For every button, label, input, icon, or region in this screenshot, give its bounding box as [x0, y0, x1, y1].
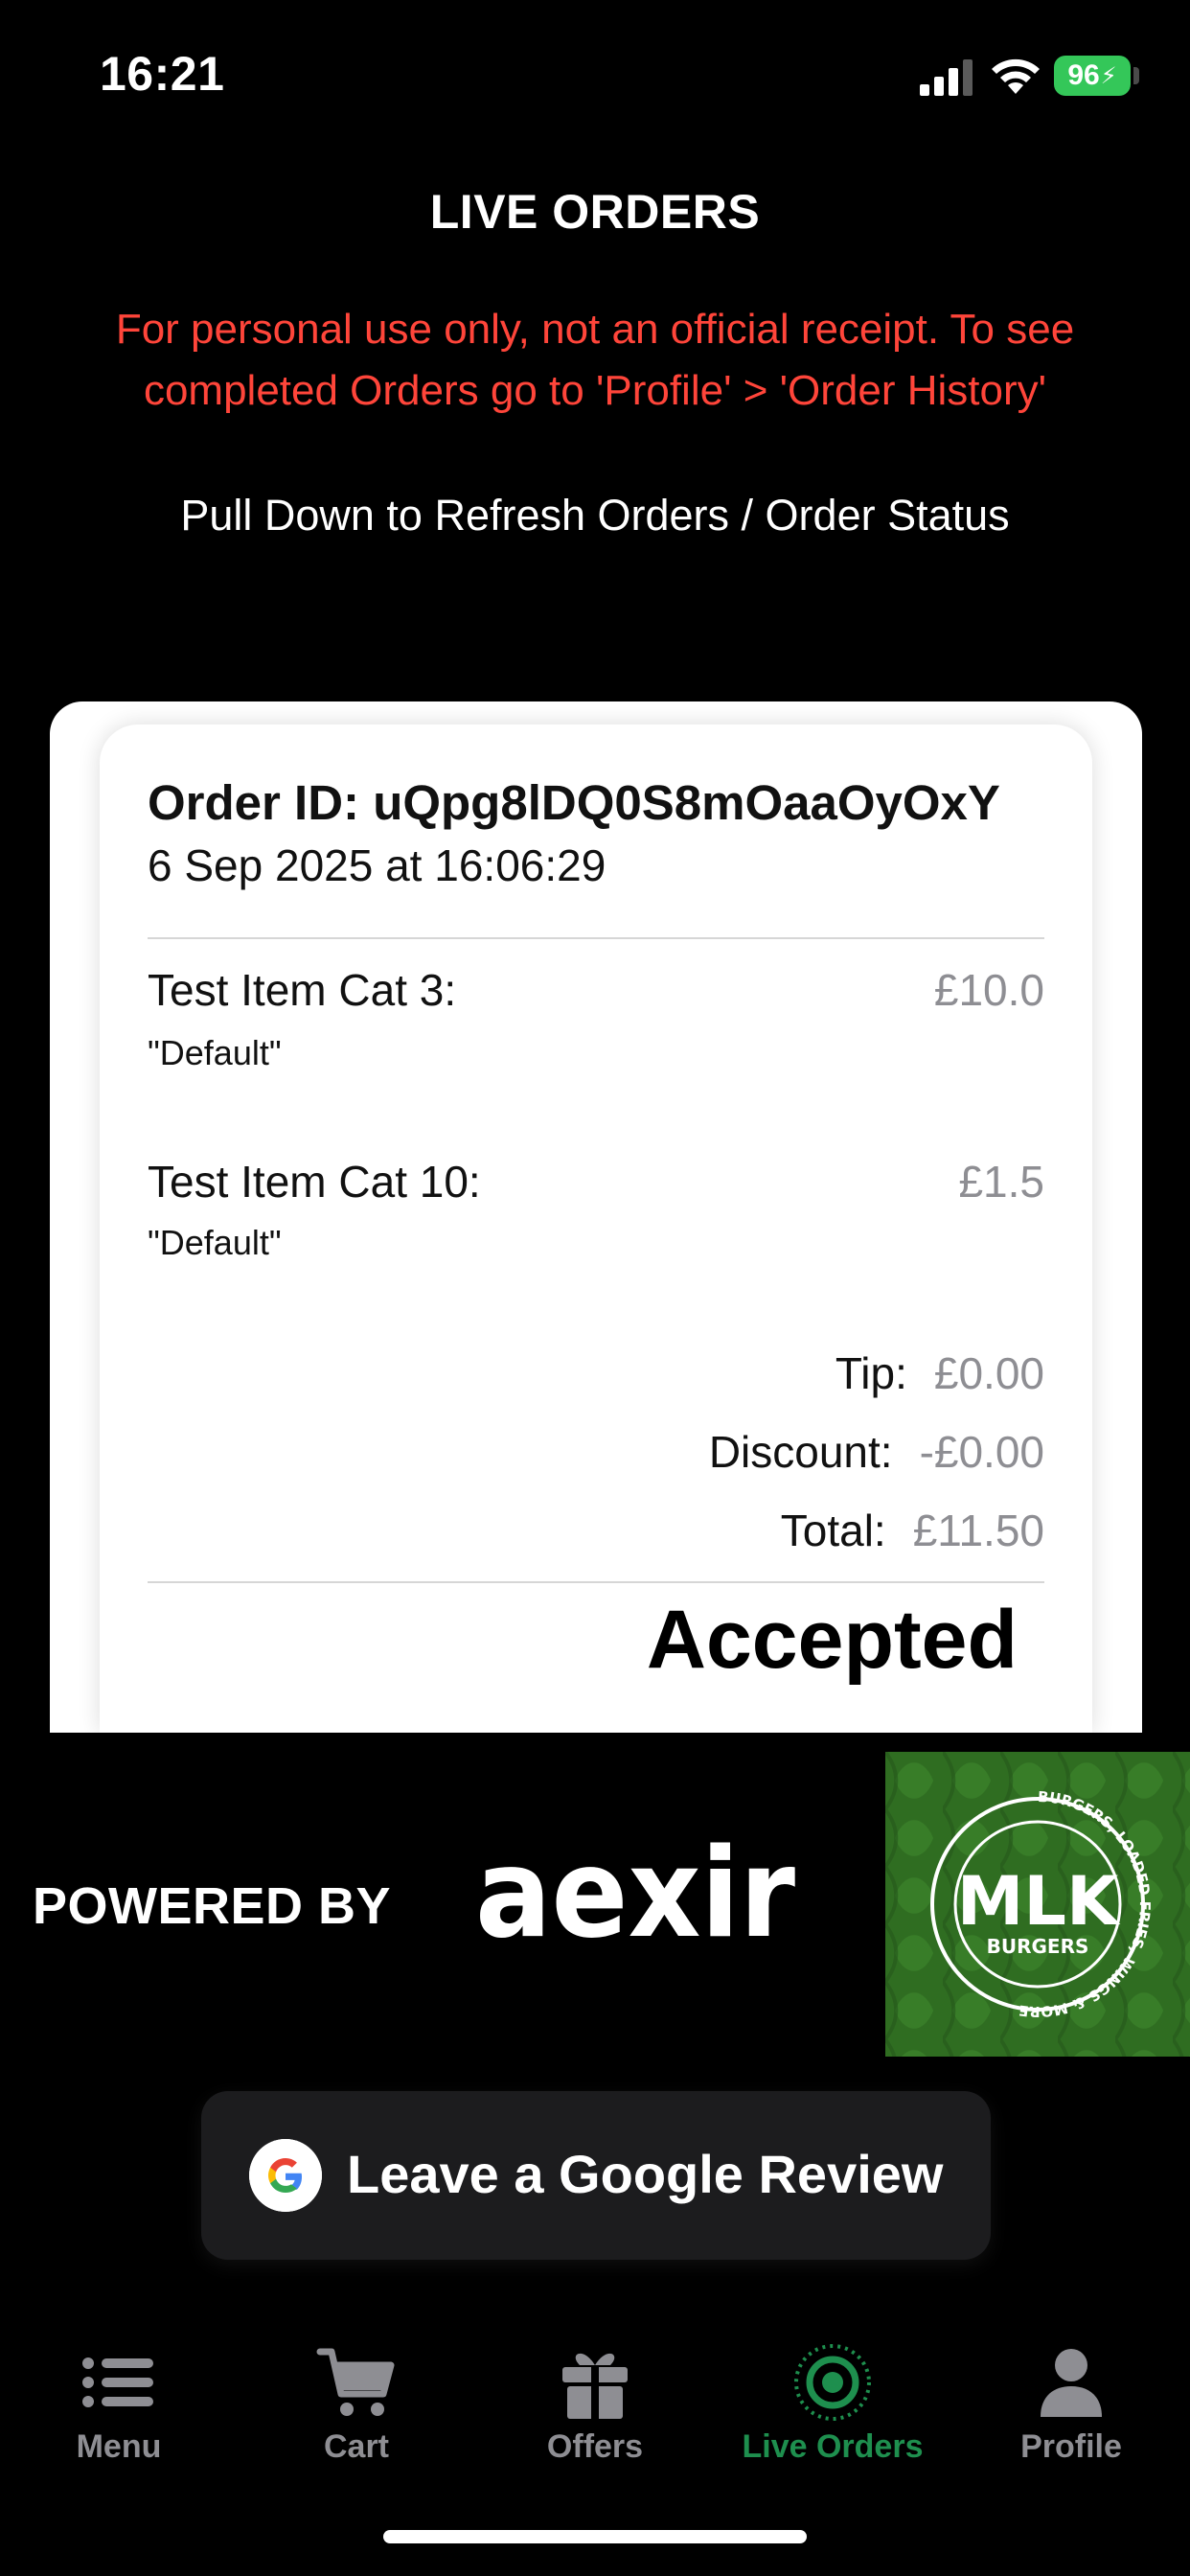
tab-offers[interactable]: Offers [476, 2319, 714, 2492]
svg-text:BURGERS: BURGERS [987, 1935, 1089, 1958]
order-date: 6 Sep 2025 at 16:06:29 [148, 840, 606, 890]
status-bar: 16:21 96 ⚡ [0, 0, 1190, 144]
disclaimer-text: For personal use only, not an official r… [115, 306, 1075, 414]
tab-profile[interactable]: Profile [952, 2319, 1190, 2492]
item-name: Test Item Cat 10: [148, 1157, 481, 1207]
google-review-label: Leave a Google Review [347, 2144, 944, 2204]
divider [148, 1581, 1044, 1583]
discount-value: -£0.00 [919, 1427, 1044, 1477]
tab-menu[interactable]: Menu [0, 2319, 238, 2492]
total-value: £11.50 [912, 1506, 1044, 1555]
svg-text:MLK: MLK [957, 1862, 1121, 1941]
tip-value: £0.00 [933, 1348, 1044, 1398]
discount-row: Discount: -£0.00 [709, 1426, 1044, 1478]
person-icon [1041, 2349, 1102, 2417]
order-card[interactable]: Order ID: uQpg8lDQ0S8mOaaOyOxY 6 Sep 202… [100, 724, 1092, 1733]
item-name: Test Item Cat 3: [148, 965, 457, 1015]
refresh-hint: Pull Down to Refresh Orders / Order Stat… [180, 491, 1010, 540]
mlk-burgers-logo: BURGERS, LOADED FRIES, WINGS & MORE MLK … [885, 1752, 1190, 2057]
tab-menu-label: Menu [76, 2428, 162, 2465]
mlk-logo-graphic: BURGERS, LOADED FRIES, WINGS & MORE MLK … [885, 1752, 1190, 2057]
powered-by-label: POWERED BY [33, 1877, 392, 1935]
divider [148, 937, 1044, 939]
svg-text:aexir: aexir [475, 1838, 795, 1953]
live-target-icon [794, 2344, 871, 2421]
battery-icon: 96 ⚡ [1054, 56, 1131, 96]
home-indicator[interactable] [383, 2530, 807, 2543]
total-label: Total: [780, 1506, 886, 1555]
tab-bar: Menu Cart Offers Live Orders Profile [0, 2319, 1190, 2511]
tab-cart-label: Cart [323, 2428, 390, 2465]
order-id: Order ID: uQpg8lDQ0S8mOaaOyOxY [148, 775, 1000, 830]
tab-live-orders-label: Live Orders [742, 2428, 924, 2465]
status-time: 16:21 [100, 47, 225, 101]
tab-cart[interactable]: Cart [238, 2319, 475, 2492]
tab-profile-label: Profile [1020, 2428, 1122, 2465]
charging-bolt-icon: ⚡ [1100, 62, 1117, 89]
list-icon [82, 2358, 153, 2407]
gift-icon [562, 2353, 628, 2419]
item-price: £10.0 [933, 965, 1044, 1015]
cart-icon [316, 2348, 395, 2416]
wifi-icon [992, 58, 1040, 94]
order-status: Accepted [646, 1594, 1018, 1686]
page-title: LIVE ORDERS [429, 185, 761, 239]
item-option: "Default" [148, 1033, 282, 1072]
google-review-button[interactable]: Leave a Google Review [201, 2091, 991, 2260]
tip-label: Tip: [835, 1348, 907, 1398]
tab-offers-label: Offers [546, 2428, 644, 2465]
google-icon [249, 2139, 322, 2212]
battery-level: 96 [1067, 59, 1100, 91]
tab-live-orders[interactable]: Live Orders [714, 2319, 951, 2492]
cellular-signal-icon [920, 59, 973, 96]
item-price: £1.5 [958, 1157, 1044, 1207]
aexir-logo: aexir [475, 1838, 795, 1953]
total-row: Total: £11.50 [781, 1505, 1044, 1556]
discount-label: Discount: [708, 1427, 893, 1477]
tip-row: Tip: £0.00 [835, 1347, 1044, 1399]
item-option: "Default" [148, 1223, 282, 1262]
battery-cap [1133, 67, 1139, 84]
orders-list[interactable]: Order ID: uQpg8lDQ0S8mOaaOyOxY 6 Sep 202… [50, 702, 1142, 1733]
